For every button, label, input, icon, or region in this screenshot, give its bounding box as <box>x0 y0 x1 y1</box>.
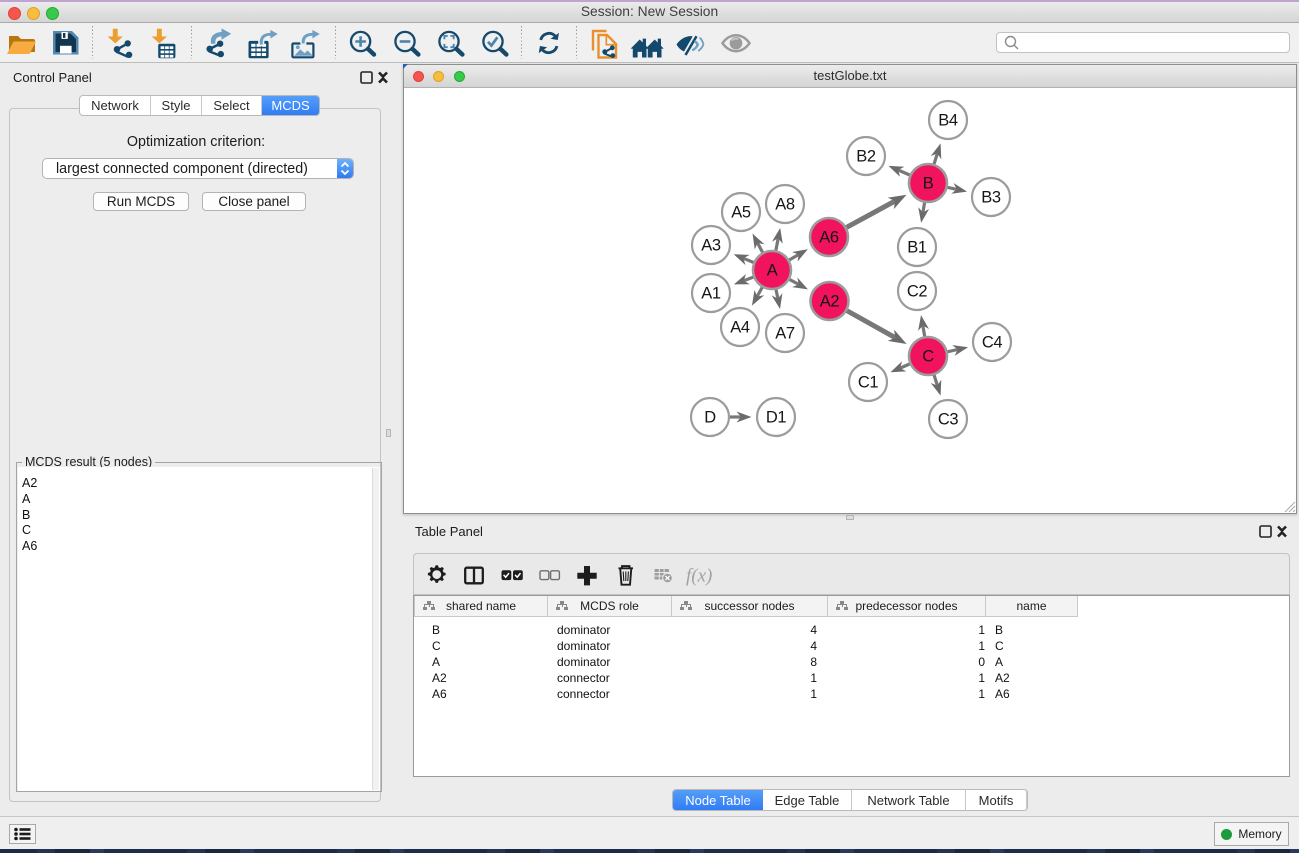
svg-text:C4: C4 <box>982 334 1003 352</box>
svg-text:C2: C2 <box>907 283 928 301</box>
svg-text:C3: C3 <box>938 411 959 429</box>
svg-text:B2: B2 <box>856 148 876 166</box>
svg-text:A8: A8 <box>775 196 795 214</box>
svg-text:A4: A4 <box>730 319 750 337</box>
svg-text:D1: D1 <box>766 409 787 427</box>
svg-text:A3: A3 <box>701 237 721 255</box>
svg-text:C: C <box>922 348 934 366</box>
svg-text:A1: A1 <box>701 285 721 303</box>
svg-text:A7: A7 <box>775 325 795 343</box>
svg-text:f(x): f(x) <box>686 566 712 587</box>
svg-text:B1: B1 <box>907 239 927 257</box>
svg-text:B3: B3 <box>981 189 1001 207</box>
svg-text:A2: A2 <box>820 293 840 311</box>
svg-text:A5: A5 <box>731 204 751 222</box>
svg-text:C1: C1 <box>858 374 879 392</box>
svg-text:A: A <box>767 262 778 280</box>
svg-text:A6: A6 <box>819 229 839 247</box>
svg-text:D: D <box>704 409 716 427</box>
svg-text:B: B <box>923 175 934 193</box>
svg-text:B4: B4 <box>938 112 958 130</box>
